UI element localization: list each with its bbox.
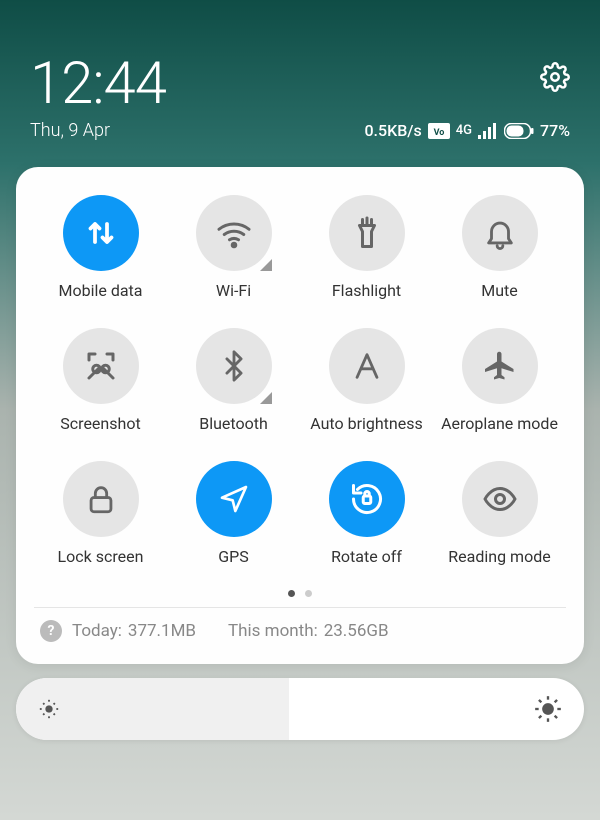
help-icon: ?: [40, 620, 62, 642]
tile-lock[interactable]: Lock screen: [34, 461, 167, 566]
tile-airplane[interactable]: Aeroplane mode: [433, 328, 566, 433]
tile-eye[interactable]: Reading mode: [433, 461, 566, 566]
brightness-slider[interactable]: [16, 678, 584, 740]
sun-high-icon: [534, 695, 562, 723]
page-dot: [305, 590, 312, 597]
tile-bell[interactable]: Mute: [433, 195, 566, 300]
sun-low-icon: [38, 698, 60, 720]
expand-indicator: [260, 259, 272, 271]
tile-label: Rotate off: [331, 547, 402, 566]
data-usage-row[interactable]: ? Today: 377.1MB This month: 23.56GB: [34, 618, 566, 650]
notification-header: 12:44 Thu, 9 Apr 0.5KB/s Vo 4G 77%: [0, 0, 600, 155]
tile-rotate-lock[interactable]: Rotate off: [300, 461, 433, 566]
usage-today-label: Today:: [72, 621, 122, 641]
letter-a-icon: [329, 328, 405, 404]
lock-icon: [63, 461, 139, 537]
tile-letter-a[interactable]: Auto brightness: [300, 328, 433, 433]
settings-button[interactable]: [540, 62, 570, 96]
tile-label: Wi-Fi: [216, 281, 251, 300]
tile-label: Bluetooth: [199, 414, 268, 433]
tile-label: Mute: [481, 281, 518, 300]
net-speed: 0.5KB/s: [364, 121, 421, 140]
eye-icon: [462, 461, 538, 537]
date-text: Thu, 9 Apr: [30, 120, 166, 141]
wifi-icon: [196, 195, 272, 271]
flashlight-icon: [329, 195, 405, 271]
location-icon: [196, 461, 272, 537]
expand-indicator: [260, 392, 272, 404]
tile-flashlight[interactable]: Flashlight: [300, 195, 433, 300]
rotate-lock-icon: [329, 461, 405, 537]
tile-location[interactable]: GPS: [167, 461, 300, 566]
screenshot-icon: [63, 328, 139, 404]
quick-settings-panel: Mobile data Wi-Fi Flashlight Mute Screenshot…: [16, 167, 584, 664]
tile-bluetooth[interactable]: Bluetooth: [167, 328, 300, 433]
tile-screenshot[interactable]: Screenshot: [34, 328, 167, 433]
usage-today-value: 377.1MB: [128, 621, 196, 641]
tile-label: Aeroplane mode: [441, 414, 558, 433]
svg-text:Vo: Vo: [433, 128, 444, 138]
tile-label: Flashlight: [332, 281, 401, 300]
signal-icon: [478, 123, 498, 139]
tile-label: Reading mode: [448, 547, 550, 566]
tile-label: Mobile data: [59, 281, 143, 300]
clock-time: 12:44: [30, 50, 166, 118]
tile-label: Screenshot: [60, 414, 140, 433]
data-arrows-icon: [63, 195, 139, 271]
page-indicator[interactable]: [34, 590, 566, 597]
bluetooth-icon: [196, 328, 272, 404]
usage-month-value: 23.56GB: [324, 621, 389, 641]
tile-wifi[interactable]: Wi-Fi: [167, 195, 300, 300]
usage-month-label: This month:: [228, 621, 318, 641]
battery-icon: [504, 123, 534, 139]
battery-percent: 77%: [540, 121, 570, 140]
tile-label: Lock screen: [58, 547, 144, 566]
net-type: 4G: [456, 124, 472, 137]
gear-icon: [540, 62, 570, 92]
tile-data-arrows[interactable]: Mobile data: [34, 195, 167, 300]
divider: [34, 607, 566, 608]
volte-icon: Vo: [428, 123, 450, 139]
tile-label: Auto brightness: [310, 414, 423, 433]
tile-label: GPS: [218, 547, 249, 566]
bell-icon: [462, 195, 538, 271]
airplane-icon: [462, 328, 538, 404]
page-dot: [288, 590, 295, 597]
